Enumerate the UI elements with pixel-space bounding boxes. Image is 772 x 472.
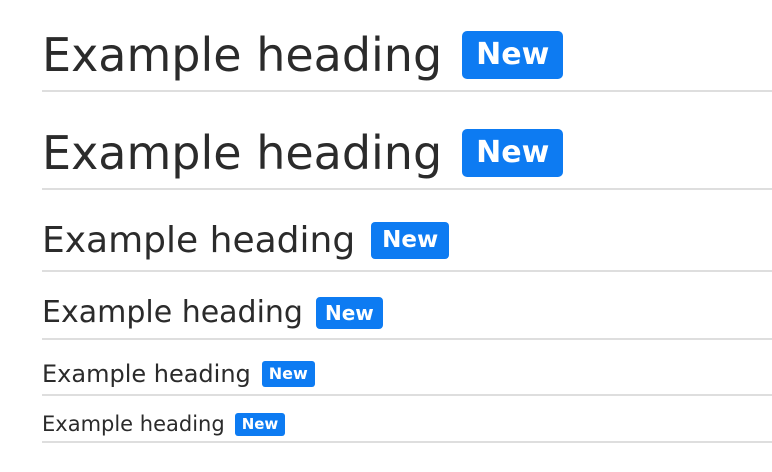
new-badge: New [234, 412, 286, 436]
heading-row-h6: Example heading New [42, 0, 772, 443]
heading-h6: Example heading New [42, 412, 286, 436]
heading-text: Example heading [42, 412, 225, 436]
